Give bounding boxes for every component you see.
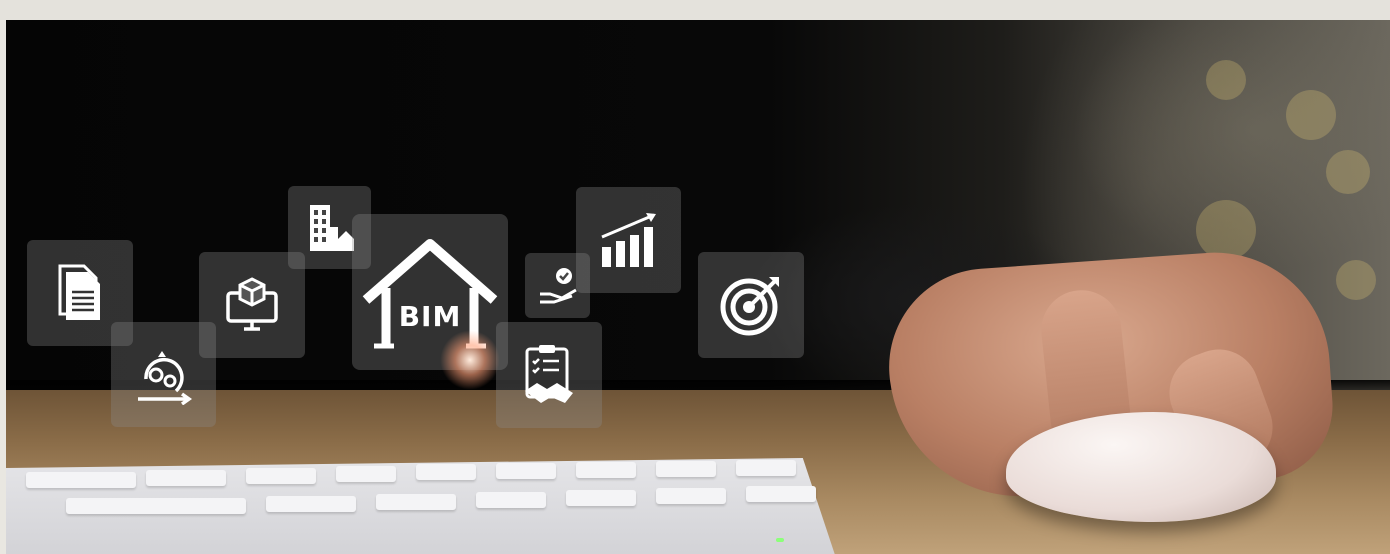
box-monitor-icon: [199, 252, 305, 358]
growth-chart-icon: [576, 187, 681, 293]
bokeh-light: [1206, 60, 1246, 100]
keyboard-key: [496, 463, 556, 479]
keyboard-key: [566, 490, 636, 506]
keyboard-key: [336, 466, 396, 482]
page: BIM: [0, 0, 1390, 554]
keyboard-key: [576, 462, 636, 478]
target-icon: [698, 252, 804, 358]
bokeh-light: [1286, 90, 1336, 140]
bokeh-light: [1196, 200, 1256, 260]
keyboard-key: [416, 464, 476, 480]
top-strip: [0, 0, 1390, 20]
keyboard-key: [376, 494, 456, 510]
light-glow: [440, 330, 500, 390]
keyboard-key: [746, 486, 816, 502]
keyboard-key: [656, 461, 716, 477]
keyboard-key: [736, 460, 796, 476]
bim-label: BIM: [398, 300, 462, 333]
keyboard-key: [476, 492, 546, 508]
contract-handshake-icon: [496, 322, 602, 428]
keyboard-key: [146, 470, 226, 486]
keyboard-key: [656, 488, 726, 504]
bokeh-light: [1336, 260, 1376, 300]
keyboard-key: [26, 472, 136, 488]
keyboard-led: [776, 538, 784, 542]
keyboard-key: [246, 468, 316, 484]
keyboard-key: [66, 498, 246, 514]
keyboard-key: [266, 496, 356, 512]
bokeh-light: [1326, 150, 1370, 194]
